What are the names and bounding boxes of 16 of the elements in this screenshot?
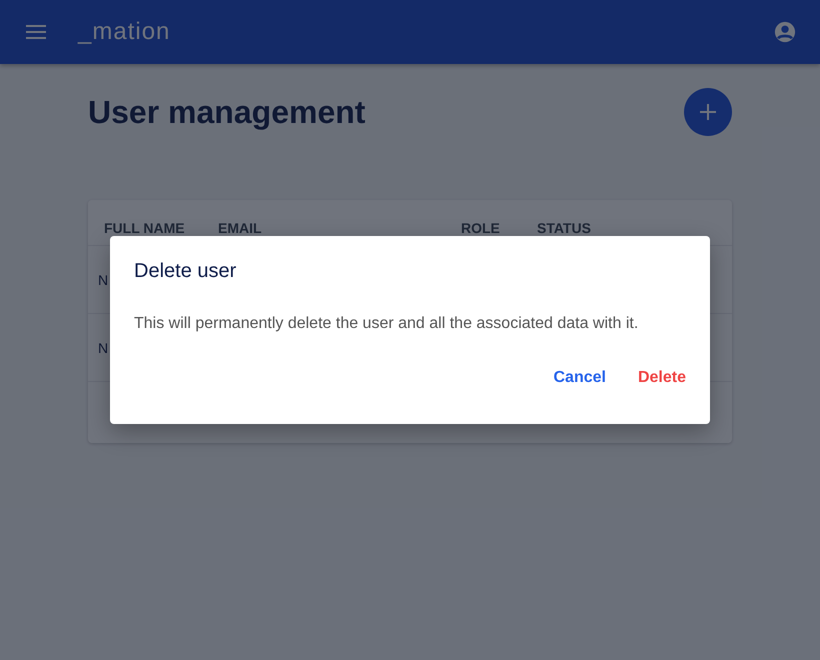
cancel-button[interactable]: Cancel [546,363,614,393]
account-icon[interactable] [774,21,796,43]
page-title: User management [88,94,366,131]
column-header: ROLE [461,220,501,238]
add-user-button[interactable] [684,88,732,136]
column-header: FULL NAME [104,220,186,238]
dialog-title: Delete user [134,260,238,283]
delete-button[interactable]: Delete [630,363,694,393]
dialog-message: This will permanently delete the user and all the associated data with it. [134,315,640,333]
column-header: EMAIL [218,220,263,238]
table-cell: N [98,272,108,288]
column-header: STATUS [537,220,591,238]
app-logo[interactable]: _mation [78,18,170,46]
plus-icon [699,103,717,121]
menu-icon[interactable] [26,25,46,39]
table-cell: N [98,340,108,356]
